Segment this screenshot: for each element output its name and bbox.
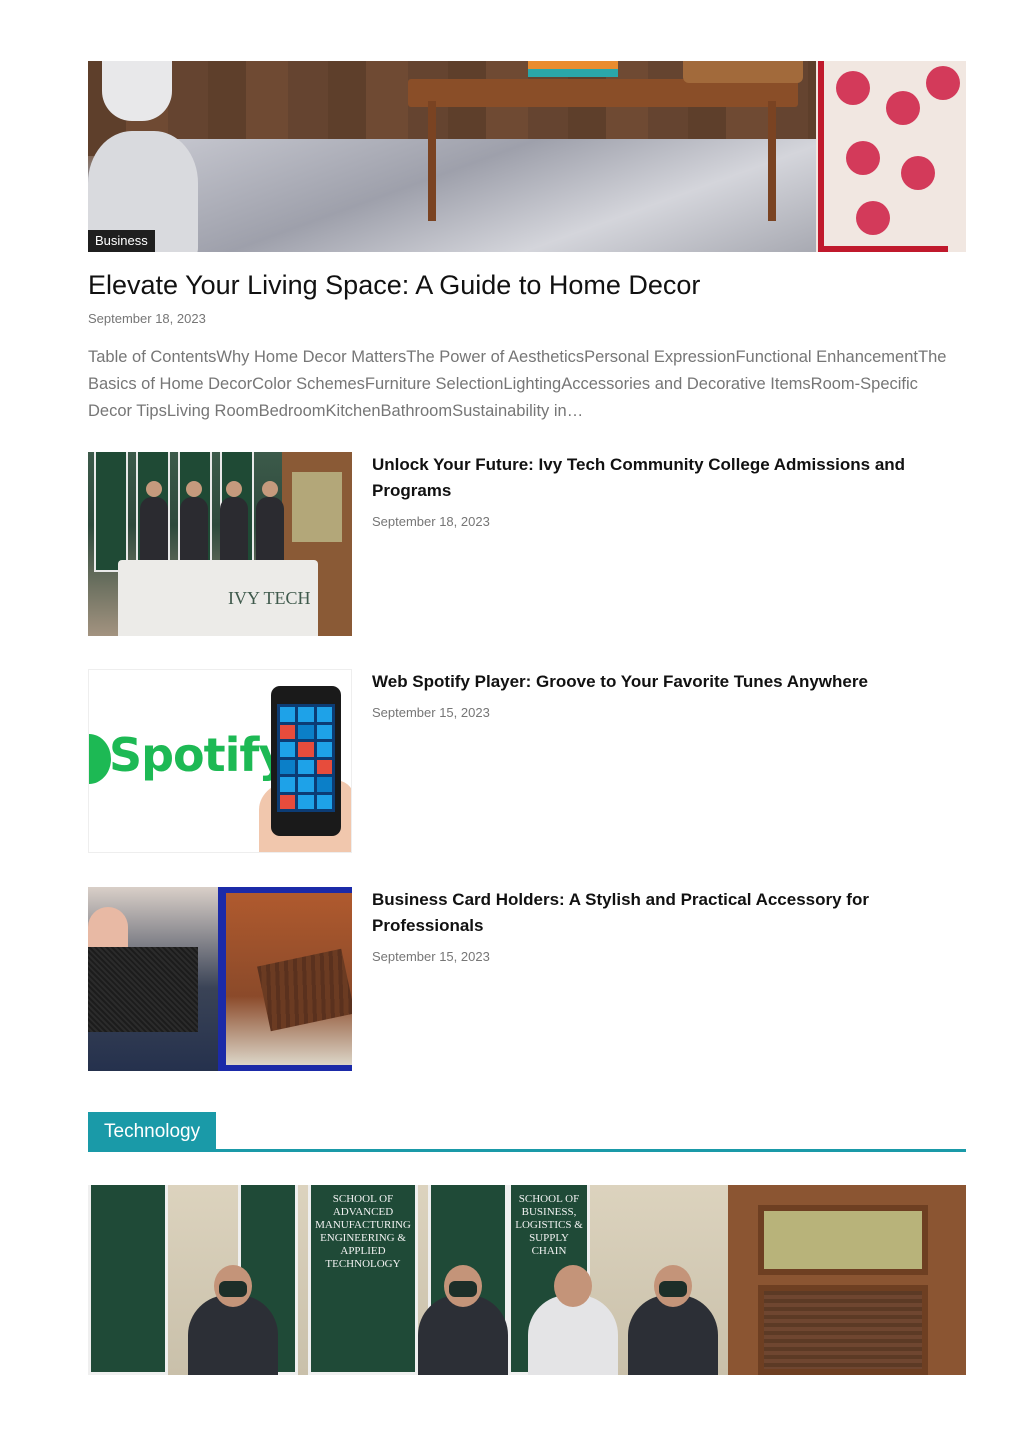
- category-badge[interactable]: Business: [88, 230, 155, 252]
- post-date: September 15, 2023: [372, 949, 490, 964]
- banner-text: SCHOOL OF ADVANCED MANUFACTURING ENGINEE…: [308, 1185, 418, 1375]
- post-title[interactable]: Business Card Holders: A Stylish and Pra…: [372, 887, 932, 939]
- post-title[interactable]: Unlock Your Future: Ivy Tech Community C…: [372, 452, 932, 504]
- list-item: Spotify Web Spotify Player: Groove to Yo…: [88, 669, 966, 853]
- section-featured-image[interactable]: SCHOOL OF ADVANCED MANUFACTURING ENGINEE…: [88, 1185, 966, 1375]
- post-title[interactable]: Web Spotify Player: Groove to Your Favor…: [372, 669, 932, 695]
- list-item: IVY TECH Unlock Your Future: Ivy Tech Co…: [88, 452, 966, 636]
- post-thumbnail[interactable]: IVY TECH: [88, 452, 352, 636]
- ivy-tech-logo: IVY TECH: [228, 588, 311, 608]
- post-date: September 15, 2023: [372, 705, 490, 720]
- featured-date: September 18, 2023: [88, 311, 206, 326]
- section-label[interactable]: Technology: [88, 1112, 217, 1149]
- featured-image[interactable]: [88, 61, 966, 252]
- spotify-logo: Spotify: [109, 728, 288, 782]
- featured-title[interactable]: Elevate Your Living Space: A Guide to Ho…: [88, 268, 700, 302]
- featured-excerpt: Table of ContentsWhy Home Decor MattersT…: [88, 348, 947, 420]
- post-thumbnail[interactable]: [88, 887, 352, 1071]
- post-date: September 18, 2023: [372, 514, 490, 529]
- list-item: Business Card Holders: A Stylish and Pra…: [88, 887, 966, 1071]
- section-header: Technology: [88, 1112, 966, 1152]
- post-thumbnail[interactable]: Spotify: [88, 669, 352, 853]
